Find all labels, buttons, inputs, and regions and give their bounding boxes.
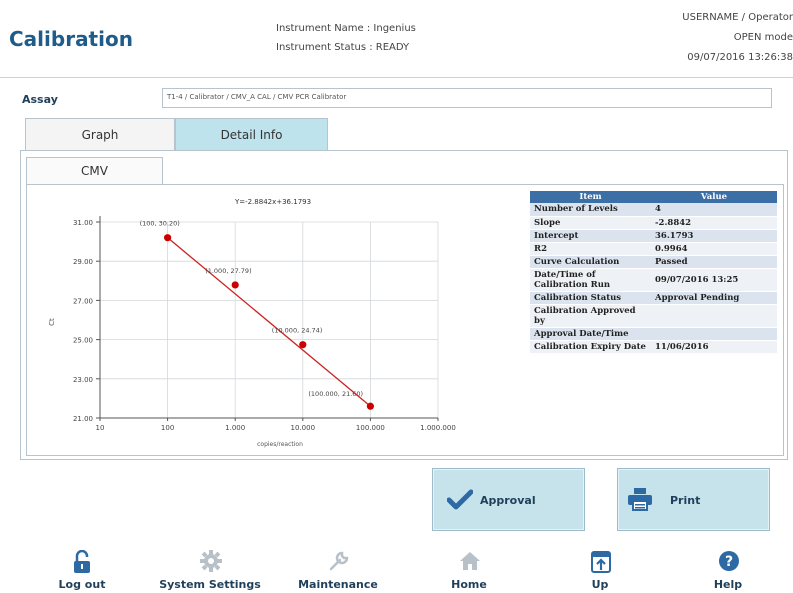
up-icon xyxy=(591,551,611,573)
nav-label: Maintenance xyxy=(298,578,378,591)
user-name: USERNAME / Operator xyxy=(682,12,793,23)
checkmark-icon xyxy=(447,489,473,510)
gear-icon xyxy=(200,550,222,572)
x-tick-label: 10.000 xyxy=(291,424,316,432)
y-tick-label: 27.00 xyxy=(73,297,93,305)
data-point xyxy=(366,402,374,410)
data-point-label: (100, 30.20) xyxy=(140,220,180,228)
instrument-name: Instrument Name : Ingenius xyxy=(276,23,416,34)
mode-indicator: OPEN mode xyxy=(733,32,793,43)
table-row: Calibration Approved by xyxy=(530,304,777,328)
table-row: Date/Time of Calibration Run 09/07/2016 1… xyxy=(530,268,777,292)
home-icon xyxy=(460,552,480,570)
y-axis-label: Ct xyxy=(48,318,56,326)
table-cell-item: Slope xyxy=(530,216,651,230)
nav-label: Home xyxy=(451,578,487,591)
y-tick-label: 21.00 xyxy=(73,415,93,423)
data-point-label: (10.000, 24.74) xyxy=(272,327,323,335)
table-cell-item: Curve Calculation xyxy=(530,255,651,269)
table-header-row: Item Value xyxy=(530,191,777,203)
table-cell-item: Calibration Status xyxy=(530,291,651,305)
y-tick-label: 23.00 xyxy=(73,376,93,384)
x-tick-label: 1.000.000 xyxy=(420,424,456,432)
x-axis-label: copies/reaction xyxy=(257,441,303,448)
nav-label: Log out xyxy=(58,578,106,591)
data-point-label: (100.000, 21.60) xyxy=(308,390,363,398)
x-tick-label: 100.000 xyxy=(356,424,385,432)
table-row: Calibration Status Approval Pending xyxy=(530,291,777,305)
table-cell-item: Number of Levels xyxy=(530,203,651,217)
y-tick-label: 29.00 xyxy=(73,258,93,266)
approval-button-label: Approval xyxy=(480,494,536,507)
tab-graph[interactable]: Graph xyxy=(25,118,175,151)
x-tick-label: 1.000 xyxy=(225,424,245,432)
nav-label: Help xyxy=(713,578,743,591)
table-cell-item: Intercept xyxy=(530,229,651,243)
table-cell-value xyxy=(651,327,777,341)
chart-series: (100, 30.20) (1.000, 27.79) (10.000, 24.74… xyxy=(140,220,374,410)
table-cell-value: 4 xyxy=(651,203,777,217)
lock-icon xyxy=(74,550,90,573)
table-cell-item: Calibration Expiry Date xyxy=(530,340,651,354)
approval-button[interactable]: Approval xyxy=(432,468,585,531)
table-row: Calibration Expiry Date 11/06/2016 xyxy=(530,340,777,354)
nav-label: Up xyxy=(591,578,609,591)
printer-icon xyxy=(628,488,652,511)
table-row: Approval Date/Time xyxy=(530,327,777,341)
header: Calibration Instrument Name : Ingenius I… xyxy=(0,0,793,78)
table-cell-item: Approval Date/Time xyxy=(530,327,651,341)
table-header-value: Value xyxy=(651,191,777,203)
data-point xyxy=(231,281,239,289)
table-cell-item: R2 xyxy=(530,242,651,256)
table-cell-value xyxy=(651,304,777,328)
print-button[interactable]: Print xyxy=(617,468,770,531)
table-cell-value: Passed xyxy=(651,255,777,269)
table-cell-value: -2.8842 xyxy=(651,216,777,230)
table-row: Intercept 36.1793 xyxy=(530,229,777,243)
chart-title: Y=-2.8842x+36.1793 xyxy=(234,198,311,206)
y-tick-label: 25.00 xyxy=(73,337,93,345)
wrench-icon xyxy=(329,551,349,571)
data-point-label: (1.000, 27.79) xyxy=(205,267,251,275)
table-cell-value: 36.1793 xyxy=(651,229,777,243)
chart-grid xyxy=(100,221,439,419)
assay-label: Assay xyxy=(22,93,58,106)
calibration-detail-table: Item Value Number of Levels 4 Slope -2.884… xyxy=(530,191,777,354)
data-point xyxy=(164,234,172,242)
table-row: Curve Calculation Passed xyxy=(530,255,777,269)
svg-text:?: ? xyxy=(725,554,733,570)
print-button-label: Print xyxy=(670,494,701,507)
table-row: R2 0.9964 xyxy=(530,242,777,256)
table-cell-value: 09/07/2016 13:25 xyxy=(651,268,777,292)
header-divider xyxy=(0,77,793,78)
table-header-item: Item xyxy=(530,191,651,203)
y-tick-label: 31.00 xyxy=(73,219,93,227)
current-datetime: 09/07/2016 13:26:38 xyxy=(687,52,793,63)
x-tick-label: 10 xyxy=(96,424,105,432)
table-cell-item: Date/Time of Calibration Run xyxy=(530,268,651,292)
calibration-chart: Y=-2.8842x+36.1793 copies/reaction Ct 10… xyxy=(48,198,456,448)
chart-ticks: 10 100 1.000 10.000 100.000 1.000.000 21.00 23.… xyxy=(73,219,456,432)
nav-label: System Settings xyxy=(159,578,261,591)
page-title: Calibration xyxy=(9,27,133,51)
regression-line xyxy=(167,237,371,407)
tab-cmv[interactable]: CMV xyxy=(26,157,163,185)
tab-detail-info[interactable]: Detail Info xyxy=(175,118,328,151)
assay-field[interactable]: T1-4 / Calibrator / CMV_A CAL / CMV PCR … xyxy=(162,88,772,108)
table-row: Number of Levels 4 xyxy=(530,203,777,217)
data-point xyxy=(299,341,307,349)
instrument-status: Instrument Status : READY xyxy=(276,42,410,53)
x-tick-label: 100 xyxy=(161,424,174,432)
table-cell-value: 0.9964 xyxy=(651,242,777,256)
table-cell-value: Approval Pending xyxy=(651,291,777,305)
table-cell-item: Calibration Approved by xyxy=(530,304,651,328)
help-icon: ? xyxy=(719,551,739,571)
table-cell-value: 11/06/2016 xyxy=(651,340,777,354)
table-row: Slope -2.8842 xyxy=(530,216,777,230)
chart-axes xyxy=(99,216,438,419)
